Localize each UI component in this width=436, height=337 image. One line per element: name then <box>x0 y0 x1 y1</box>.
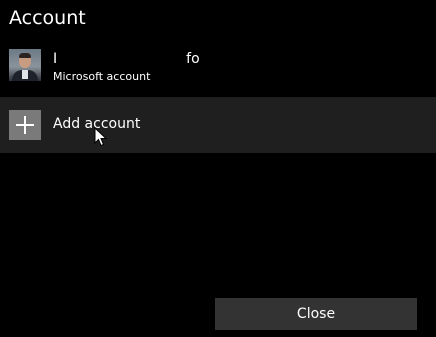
account-type: Microsoft account <box>53 70 151 83</box>
add-account-button[interactable]: Add account <box>0 97 436 153</box>
account-item[interactable]: I fo Microsoft account <box>0 44 436 88</box>
close-button[interactable]: Close <box>215 298 417 330</box>
avatar <box>9 49 41 81</box>
mouse-cursor-icon <box>94 127 108 147</box>
plus-icon <box>9 110 41 140</box>
avatar-collar <box>22 70 28 79</box>
avatar-hair <box>19 53 31 58</box>
account-dialog: Account I fo Microsoft account Add accou… <box>0 0 436 337</box>
account-name: I fo <box>53 51 200 67</box>
dialog-title: Account <box>9 7 86 29</box>
